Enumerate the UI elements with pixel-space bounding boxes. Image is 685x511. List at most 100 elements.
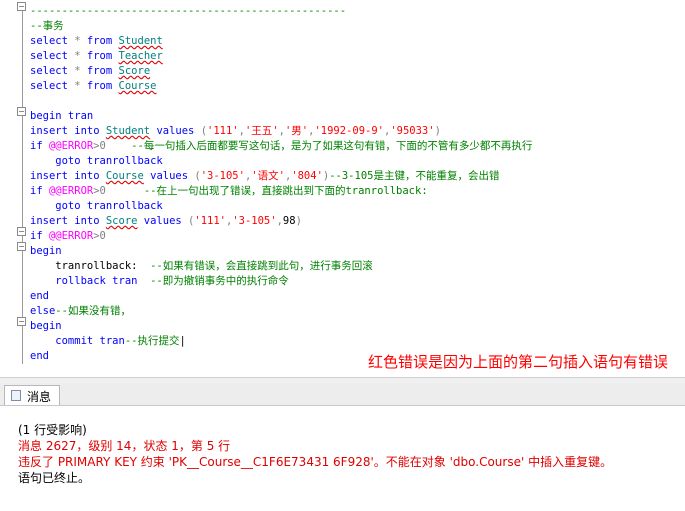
code-token: from bbox=[86, 50, 113, 62]
code-line[interactable]: insert into Student values ('111','王五','… bbox=[30, 124, 441, 139]
code-token: @@ERROR bbox=[48, 140, 94, 152]
code-line[interactable]: else--如果没有错， bbox=[30, 304, 131, 319]
code-token: goto tranrollback bbox=[30, 155, 163, 167]
code-line[interactable]: end bbox=[30, 349, 49, 364]
annotation-text: 红色错误是因为上面的第二句插入语句有错误 bbox=[368, 353, 669, 371]
code-token: --每一句插入后面都要写这句话，是为了如果这句有错，下面的不管有多少都不再执行 bbox=[105, 140, 533, 152]
code-token: Student bbox=[118, 35, 163, 47]
code-line[interactable]: tranrollback: --如果有错误，会直接跳到此句，进行事务回滚 bbox=[30, 259, 373, 274]
message-line-terminated: 语句已终止。 bbox=[18, 471, 91, 485]
code-token: if bbox=[30, 140, 49, 152]
message-line-rows-affected: (1 行受影响) bbox=[18, 423, 87, 437]
code-token: select bbox=[30, 80, 68, 92]
code-line[interactable]: begin tran bbox=[30, 109, 93, 124]
code-line[interactable]: begin bbox=[30, 244, 62, 259]
code-token: Score bbox=[118, 65, 151, 77]
code-line[interactable]: rollback tran --即为撤销事务中的执行命令 bbox=[30, 274, 289, 289]
code-token: values bbox=[150, 125, 201, 137]
code-line[interactable]: select * from Teacher bbox=[30, 49, 163, 64]
collapse-toggle-icon[interactable]: − bbox=[17, 317, 26, 326]
code-token: commit tran bbox=[30, 335, 125, 347]
code-token: goto tranrollback bbox=[30, 200, 163, 212]
code-token: --事务 bbox=[30, 20, 64, 32]
code-token: Score bbox=[105, 215, 138, 227]
code-token: from bbox=[86, 65, 113, 77]
collapse-toggle-icon[interactable]: − bbox=[17, 2, 26, 11]
code-token: '3-105' bbox=[232, 215, 277, 227]
code-token: ) bbox=[434, 125, 441, 137]
code-line[interactable]: commit tran--执行提交| bbox=[30, 334, 186, 349]
code-token: '111' bbox=[207, 125, 239, 137]
code-token: select bbox=[30, 50, 68, 62]
code-token: >0 bbox=[93, 140, 106, 152]
messages-pane: (1 行受影响) 消息 2627，级别 14，状态 1，第 5 行 违反了 PR… bbox=[0, 406, 685, 511]
code-line[interactable]: goto tranrollback bbox=[30, 199, 163, 214]
code-line[interactable]: select * from Course bbox=[30, 79, 156, 94]
code-token: --如果有错误，会直接跳到此句，进行事务回滚 bbox=[137, 260, 373, 272]
code-line[interactable]: insert into Score values ('111','3-105',… bbox=[30, 214, 302, 229]
code-token: '王五' bbox=[244, 125, 279, 137]
code-token: values bbox=[137, 215, 189, 227]
message-line-error-header: 消息 2627，级别 14，状态 1，第 5 行 bbox=[18, 439, 231, 453]
code-token: '语文' bbox=[251, 170, 285, 182]
code-line[interactable]: select * from Student bbox=[30, 34, 163, 49]
code-token: | bbox=[179, 335, 186, 347]
collapse-toggle-icon[interactable]: − bbox=[17, 242, 26, 251]
code-token: * bbox=[67, 80, 87, 92]
code-token: --即为撤销事务中的执行命令 bbox=[137, 275, 289, 287]
sql-editor[interactable]: − − − − − ------------------------------… bbox=[0, 0, 685, 377]
tab-messages[interactable]: 消息 bbox=[4, 385, 60, 405]
code-token: --如果没有错， bbox=[55, 305, 131, 317]
code-line[interactable]: if @@ERROR>0 --在上一句出现了错误，直接跳出到下面的tranrol… bbox=[30, 184, 428, 199]
code-token: --3-105是主键，不能重复，会出错 bbox=[329, 170, 500, 182]
code-token: --在上一句出现了错误，直接跳出到下面的tranrollback: bbox=[105, 185, 428, 197]
code-line[interactable]: goto tranrollback bbox=[30, 154, 163, 169]
code-token: begin bbox=[30, 245, 62, 257]
code-token: >0 bbox=[93, 230, 106, 242]
code-token: insert into bbox=[30, 170, 106, 182]
message-icon bbox=[11, 390, 21, 401]
code-token: Student bbox=[105, 125, 151, 137]
code-line[interactable]: end bbox=[30, 289, 49, 304]
code-token: from bbox=[86, 80, 113, 92]
code-token: @@ERROR bbox=[48, 185, 94, 197]
code-token: tranrollback: bbox=[30, 260, 138, 272]
code-token: * bbox=[67, 50, 87, 62]
code-token: --执行提交 bbox=[124, 335, 180, 347]
code-token: begin tran bbox=[30, 110, 94, 122]
code-line[interactable]: --事务 bbox=[30, 19, 64, 34]
code-line[interactable]: if @@ERROR>0 bbox=[30, 229, 106, 244]
code-line[interactable]: begin bbox=[30, 319, 62, 334]
code-token: begin bbox=[30, 320, 62, 332]
code-token: insert into bbox=[30, 215, 106, 227]
code-line[interactable]: ----------------------------------------… bbox=[30, 4, 346, 19]
code-token: select bbox=[30, 65, 68, 77]
code-line[interactable]: if @@ERROR>0 --每一句插入后面都要写这句话，是为了如果这句有错，下… bbox=[30, 139, 532, 154]
code-token: '95033' bbox=[390, 125, 435, 137]
code-token: * bbox=[67, 35, 87, 47]
code-token: Teacher bbox=[118, 50, 163, 62]
code-token: ) bbox=[295, 215, 302, 227]
code-token: '1992-09-9' bbox=[314, 125, 384, 137]
code-token: Course bbox=[118, 80, 157, 92]
code-token: '3-105' bbox=[200, 170, 245, 182]
code-token: '804' bbox=[291, 170, 323, 182]
outline-gutter bbox=[22, 6, 23, 364]
code-token: * bbox=[67, 65, 87, 77]
collapse-toggle-icon[interactable]: − bbox=[17, 227, 26, 236]
code-token: values bbox=[143, 170, 195, 182]
code-token: end bbox=[30, 290, 49, 302]
code-token: '111' bbox=[194, 215, 226, 227]
code-token: >0 bbox=[93, 185, 106, 197]
code-token: if bbox=[30, 230, 49, 242]
code-token: Course bbox=[105, 170, 144, 182]
message-line-error-detail: 违反了 PRIMARY KEY 约束 'PK__Course__C1F6E734… bbox=[18, 455, 613, 469]
code-token: insert into bbox=[30, 125, 106, 137]
code-token: ----------------------------------------… bbox=[30, 5, 347, 17]
collapse-toggle-icon[interactable]: − bbox=[17, 107, 26, 116]
code-line[interactable]: select * from Score bbox=[30, 64, 150, 79]
tab-messages-label: 消息 bbox=[27, 390, 52, 404]
code-token: 98 bbox=[282, 215, 296, 227]
code-token: rollback tran bbox=[30, 275, 138, 287]
code-line[interactable]: insert into Course values ('3-105','语文',… bbox=[30, 169, 499, 184]
